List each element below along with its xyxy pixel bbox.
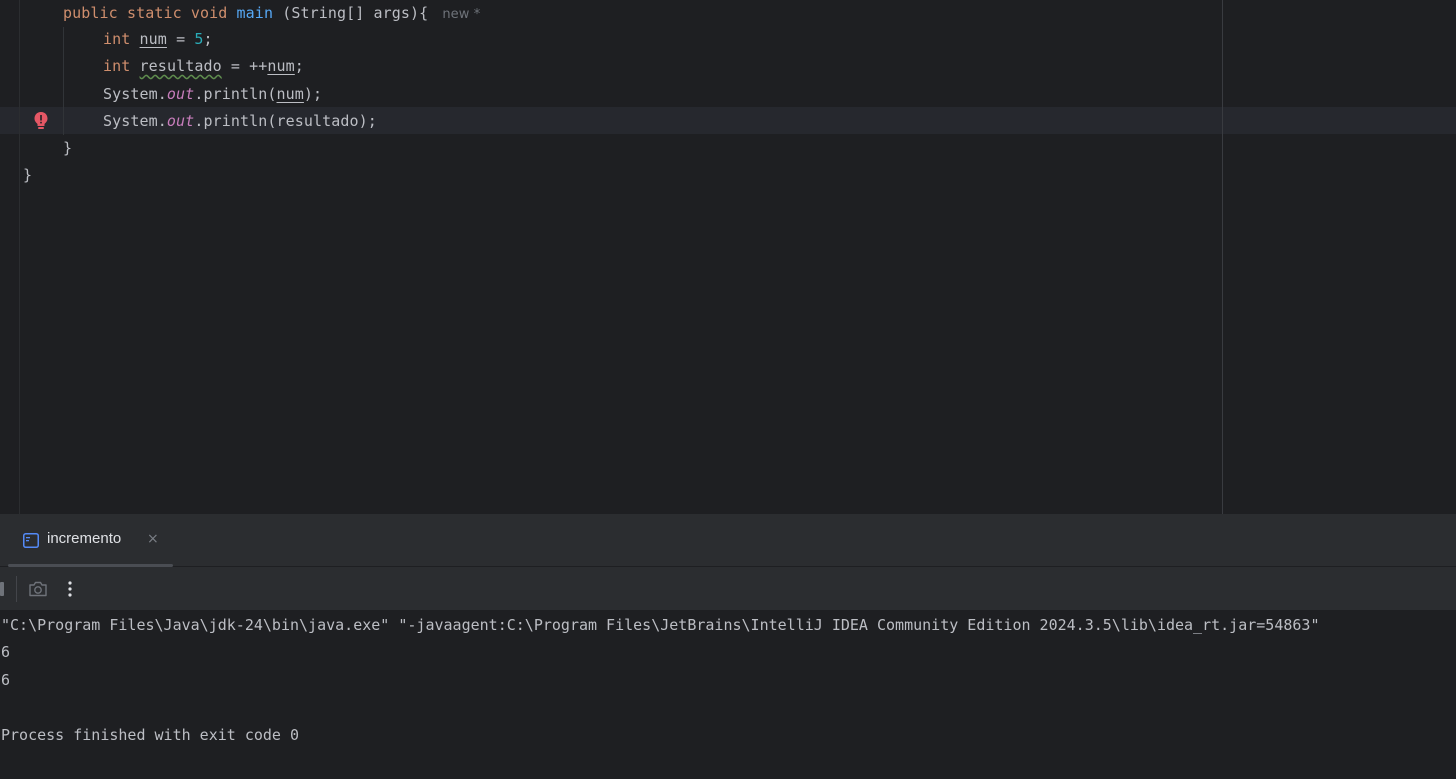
code-line-7[interactable]: } [23,162,32,189]
code-text: .println(resultado); [194,112,377,130]
keyword: int [103,30,131,48]
camera-icon[interactable] [28,580,48,598]
console-output[interactable]: "C:\Program Files\Java\jdk-24\bin\java.e… [0,610,1456,779]
red-bulb-icon[interactable] [33,111,49,131]
tab-incremento[interactable]: incremento × [8,514,173,567]
keyword: int [103,57,131,75]
console-output-line: 6 [1,671,11,689]
code-line-2[interactable]: int num = 5; [103,26,213,53]
right-margin-guide [1222,0,1223,514]
tab-label: incremento [47,530,122,547]
code-line-5[interactable]: System.out.println(resultado); [103,108,377,135]
variable: num [139,30,167,48]
variable: num [267,57,295,75]
code-text: .println( [194,85,277,103]
run-toolbar [0,567,1456,610]
code-text: = ++ [221,57,268,75]
variable-warning: resultado [139,57,222,75]
code-line-4[interactable]: System.out.println(num); [103,81,322,108]
code-line-1[interactable]: public static void main (String[] args){… [63,0,480,27]
static-field: out [166,112,195,130]
code-text: ; [203,30,213,48]
run-tab-bar: incremento × [0,514,1456,567]
code-text: ); [303,85,323,103]
keyword: public [63,4,118,22]
code-vision-hint[interactable]: new * [442,7,480,22]
code-text: System. [103,85,167,103]
close-icon[interactable]: × [147,531,159,547]
toolbar-separator [16,576,17,602]
console-icon [23,533,39,548]
code-text: System. [103,112,167,130]
console-command-line: "C:\Program Files\Java\jdk-24\bin\java.e… [1,616,1320,634]
code-text: (String[] args){ [273,4,429,22]
stop-icon[interactable] [0,582,4,596]
code-text: = [166,30,195,48]
keyword: static [126,4,182,22]
console-output-line: 6 [1,643,11,661]
code-line-6[interactable]: } [63,135,72,162]
code-text: ; [294,57,304,75]
variable: num [276,85,304,103]
run-tool-window: incremento × "C:\Program Files\Java\jdk-… [0,514,1456,779]
code-line-3[interactable]: int resultado = ++num; [103,53,304,80]
gutter-divider [19,0,20,514]
closing-brace: } [23,166,33,184]
closing-brace: } [63,139,73,157]
console-finish-line: Process finished with exit code 0 [1,726,300,744]
number-literal: 5 [194,30,204,48]
keyword: void [190,4,228,22]
static-field: out [166,85,195,103]
code-editor[interactable]: public static void main (String[] args){… [0,0,1456,514]
more-vertical-icon[interactable] [62,577,78,601]
indent-guide [63,27,64,135]
method-name: main [236,4,274,22]
